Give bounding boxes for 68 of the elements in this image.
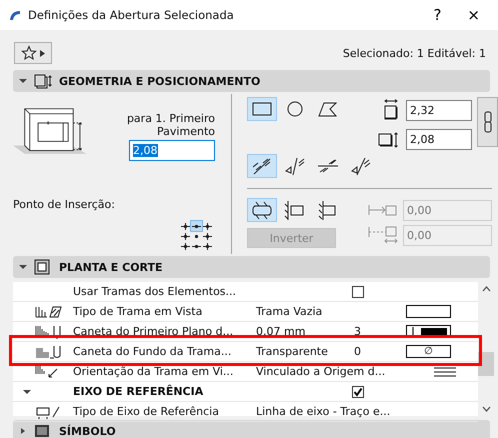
fill-swatch[interactable]	[406, 305, 451, 318]
property-value: Linha de eixo - Traço e...	[256, 405, 390, 418]
height-icon	[378, 132, 400, 148]
insertion-point[interactable]	[180, 241, 191, 251]
section-header[interactable]: GEOMETRIA E POSICIONAMENTO	[13, 70, 490, 92]
point-marker-icon	[181, 242, 190, 250]
property-name: Caneta do Fundo da Trama...	[73, 345, 232, 358]
property-value: Vinculado a Origem d...	[256, 365, 386, 378]
section-header[interactable]: PLANTA E CORTE	[13, 256, 490, 278]
checkbox[interactable]	[352, 386, 364, 398]
height-field[interactable]: 2,08	[406, 129, 472, 150]
offset-arrow-icon	[368, 203, 398, 217]
property-name: Tipo de Eixo de Referência	[73, 405, 220, 418]
property-name: Tipo de Trama em Vista	[73, 305, 204, 318]
property-name: Usar Tramas dos Elementos...	[73, 285, 238, 298]
check-icon	[353, 386, 363, 396]
help-button[interactable]: ?	[423, 6, 452, 24]
elevation-label: para 1. Primeiro Pavimento	[126, 112, 215, 138]
property-value: 0.07 mm	[256, 325, 306, 338]
close-button[interactable]: ×	[457, 6, 490, 24]
mirror-icon	[349, 155, 373, 177]
insertion-point-label: Ponto de Inserção:	[13, 198, 116, 211]
width-icon	[382, 99, 400, 121]
property-name: Caneta do Primeiro Plano d...	[73, 325, 234, 338]
pen-number: 0	[354, 345, 362, 358]
scroll-up-icon	[482, 286, 490, 292]
section-header[interactable]: SÍMBOLO	[13, 420, 490, 438]
favorites-button[interactable]	[14, 42, 52, 64]
insertion-point[interactable]	[202, 221, 213, 231]
elevation-field[interactable]: 2,08	[129, 140, 215, 161]
point-marker-icon	[203, 232, 212, 240]
point-marker-icon	[181, 232, 190, 240]
offset-dashed-icon	[368, 225, 398, 245]
selection-info: Selecionado: 1 Editável: 1	[342, 46, 486, 60]
placement-button[interactable]	[247, 198, 277, 222]
wall-placement-icon	[250, 199, 274, 221]
pen-swatch[interactable]: ∅	[406, 345, 451, 358]
scroll-down-icon	[482, 406, 490, 412]
geometry-icon	[33, 73, 53, 89]
background-pen-icon	[35, 344, 63, 360]
section-title: GEOMETRIA E POSICIONAMENTO	[59, 74, 260, 88]
chain-link-icon	[484, 111, 492, 133]
insertion-point[interactable]	[191, 221, 202, 231]
app-logo-icon	[8, 9, 22, 21]
insertion-point[interactable]	[202, 241, 213, 251]
section-title: PLANTA E CORTE	[59, 260, 163, 274]
shape-button[interactable]	[247, 97, 277, 121]
point-marker-icon	[203, 222, 212, 230]
lines-icon	[434, 366, 456, 376]
pen-icon	[35, 324, 63, 340]
section-title: SÍMBOLO	[59, 424, 116, 438]
caret-icon	[40, 50, 45, 56]
pen-number: 3	[354, 325, 362, 338]
fill-type-icon	[35, 304, 63, 320]
property-name: Orientação da Trama em Vi...	[73, 365, 234, 378]
mirror-button[interactable]	[247, 154, 277, 178]
width-field[interactable]: 2,32	[406, 100, 472, 120]
star-icon	[21, 45, 37, 61]
property-value: Transparente	[256, 345, 329, 358]
mirror-icon	[283, 155, 307, 177]
link-button[interactable]	[477, 97, 498, 147]
insertion-point[interactable]	[202, 231, 213, 241]
insertion-point[interactable]	[180, 231, 191, 241]
point-marker-icon	[203, 242, 212, 250]
checkbox[interactable]	[352, 286, 364, 298]
window-title: Definições da Abertura Selecionada	[28, 8, 235, 22]
group-title[interactable]: EIXO DE REFERÊNCIA	[73, 385, 256, 398]
property-value: Trama Vazia	[256, 305, 324, 318]
